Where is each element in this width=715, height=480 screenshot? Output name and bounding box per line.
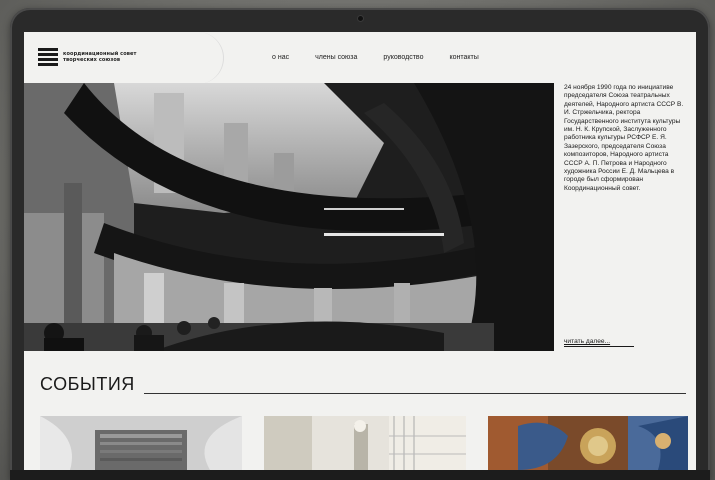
event-card-image bbox=[488, 416, 688, 470]
nav-item-about[interactable]: о нас bbox=[272, 54, 289, 61]
event-card[interactable] bbox=[264, 416, 466, 470]
logo-mark-icon bbox=[38, 46, 58, 68]
events-heading: СОБЫТИЯ bbox=[40, 374, 135, 394]
bottom-bezel bbox=[10, 470, 710, 480]
camera-icon bbox=[358, 16, 363, 21]
main-nav: о нас члены союза руководство контакты bbox=[272, 54, 505, 61]
screen: координационный совет творческих союзов … bbox=[24, 32, 696, 470]
site-header: координационный совет творческих союзов … bbox=[24, 32, 696, 84]
hero-library-photo bbox=[24, 83, 554, 351]
nav-item-members[interactable]: члены союза bbox=[315, 54, 357, 61]
event-card[interactable] bbox=[488, 416, 688, 470]
nav-item-leadership[interactable]: руководство bbox=[383, 54, 423, 61]
event-card-image bbox=[40, 416, 242, 470]
event-card[interactable] bbox=[40, 416, 242, 470]
logo-line-2: творческих союзов bbox=[63, 57, 121, 63]
nav-item-contacts[interactable]: контакты bbox=[449, 54, 478, 61]
hero-image bbox=[24, 83, 554, 351]
events-divider bbox=[144, 393, 686, 394]
read-more-link[interactable]: читать далее... bbox=[564, 338, 634, 347]
intro-text: 24 ноября 1990 года по инициативе предсе… bbox=[564, 84, 684, 192]
logo-text: координационный совет творческих союзов bbox=[63, 51, 136, 63]
logo[interactable]: координационный совет творческих союзов bbox=[38, 46, 136, 68]
logo-swoosh-decoration bbox=[144, 32, 224, 84]
laptop-frame: координационный совет творческих союзов … bbox=[10, 8, 710, 480]
event-card-image bbox=[264, 416, 466, 470]
